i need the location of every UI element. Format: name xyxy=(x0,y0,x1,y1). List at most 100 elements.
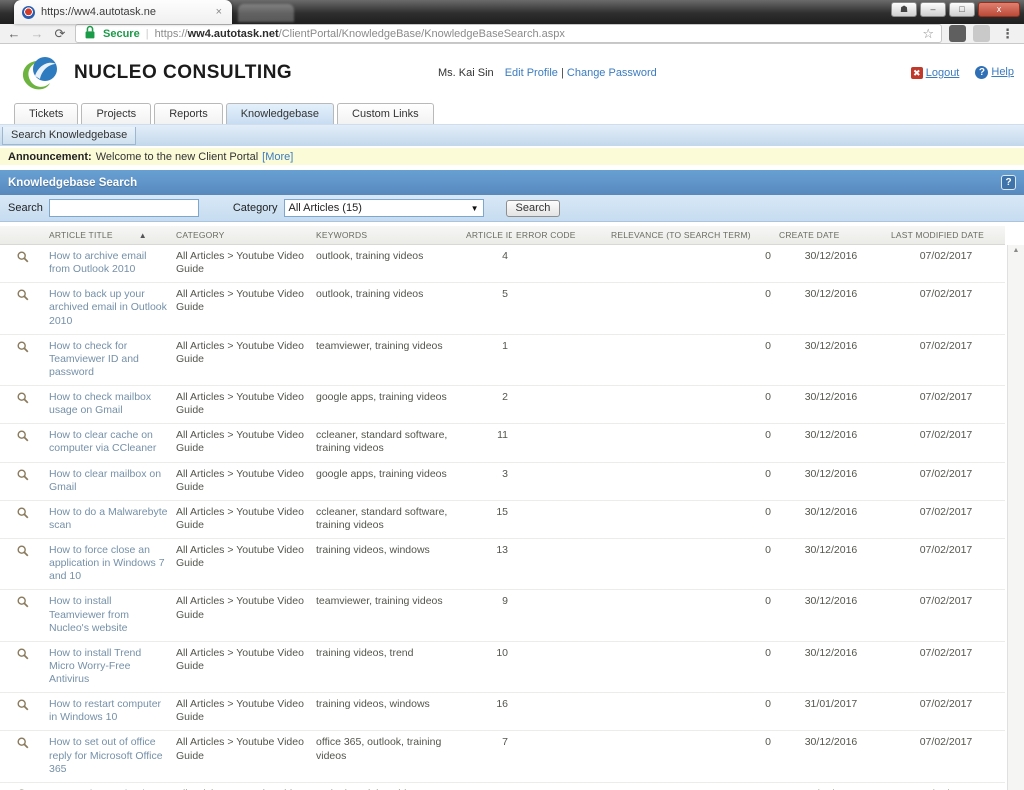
bookmark-star-icon[interactable]: ☆ xyxy=(922,26,934,42)
article-error-code xyxy=(512,500,607,538)
change-password-link[interactable]: Change Password xyxy=(567,67,657,79)
column-header-create-date[interactable]: CREATE DATE xyxy=(775,226,887,245)
tab-custom-links[interactable]: Custom Links xyxy=(337,103,434,124)
article-title-link[interactable]: How to set out of office reply for Micro… xyxy=(49,736,163,774)
forward-icon[interactable]: → xyxy=(29,26,45,41)
vertical-scrollbar[interactable]: ▲ ▼ xyxy=(1007,245,1024,790)
search-input[interactable] xyxy=(49,199,199,217)
view-article-icon[interactable] xyxy=(16,434,30,446)
search-button[interactable]: Search xyxy=(506,200,561,217)
back-icon[interactable]: ← xyxy=(6,26,22,41)
browser-tab[interactable]: https://ww4.autotask.ne × xyxy=(14,0,232,24)
article-id: 9 xyxy=(462,590,512,641)
page-url: https://ww4.autotask.net/ClientPortal/Kn… xyxy=(155,28,565,40)
article-relevance: 0 xyxy=(607,590,775,641)
table-row: How to clear mailbox on GmailAll Article… xyxy=(0,462,1005,500)
column-header-last-modified[interactable]: LAST MODIFIED DATE xyxy=(887,226,1005,245)
view-article-icon[interactable] xyxy=(16,255,30,267)
view-article-icon[interactable] xyxy=(16,511,30,523)
kb-search-bar: Search Category All Articles (15) ▼ Sear… xyxy=(0,195,1024,222)
edit-profile-link[interactable]: Edit Profile xyxy=(505,67,558,79)
view-article-icon[interactable] xyxy=(16,345,30,357)
kb-table-body: How to archive email from Outlook 2010 Al… xyxy=(0,245,1005,790)
article-last-modified: 07/02/2017 xyxy=(887,731,1005,782)
main-tabstrip: TicketsProjectsReportsKnowledgebaseCusto… xyxy=(0,101,1024,124)
maximize-button[interactable]: □ xyxy=(949,2,975,17)
profile-button[interactable]: ☗ xyxy=(891,2,917,17)
article-create-date: 30/12/2016 xyxy=(775,731,887,782)
browser-window: https://ww4.autotask.ne × ☗ – □ x ← → ⟳ … xyxy=(0,0,1024,790)
tab-tickets[interactable]: Tickets xyxy=(14,103,78,124)
new-tab-button[interactable] xyxy=(238,4,294,22)
article-error-code xyxy=(512,590,607,641)
close-window-button[interactable]: x xyxy=(978,2,1020,17)
table-row: How to clear cache on computer via CClea… xyxy=(0,424,1005,462)
article-title-link[interactable]: How to check for Teamviewer ID and passw… xyxy=(49,340,139,378)
tab-projects[interactable]: Projects xyxy=(81,103,151,124)
article-title-link[interactable]: How to clear mailbox on Gmail xyxy=(49,468,161,493)
announcement-bar: Announcement: Welcome to the new Client … xyxy=(0,146,1024,165)
article-title-link[interactable]: How to install Trend Micro Worry-Free An… xyxy=(49,647,141,685)
announcement-more-link[interactable]: [More] xyxy=(262,151,293,163)
column-header-keywords[interactable]: KEYWORDS xyxy=(312,226,462,245)
article-id: 5 xyxy=(462,283,512,334)
address-bar[interactable]: Secure | https://ww4.autotask.net/Client… xyxy=(75,24,942,43)
secure-lock-icon xyxy=(83,25,97,42)
view-article-icon[interactable] xyxy=(16,652,30,664)
category-select[interactable]: All Articles (15) ▼ xyxy=(284,199,484,217)
article-title-link[interactable]: How to clear cache on computer via CClea… xyxy=(49,429,156,454)
article-create-date: 30/12/2016 xyxy=(775,283,887,334)
article-relevance: 0 xyxy=(607,386,775,424)
column-header-article-title[interactable]: ARTICLE TITLE▲ xyxy=(45,226,172,245)
view-article-icon[interactable] xyxy=(16,703,30,715)
article-title-link[interactable]: How to do a Malwarebyte scan xyxy=(49,506,167,531)
column-header-relevance[interactable]: RELEVANCE (TO SEARCH TERM) xyxy=(607,226,775,245)
article-title-link[interactable]: How to archive email from Outlook 2010 xyxy=(49,250,146,275)
article-last-modified: 07/02/2017 xyxy=(887,539,1005,590)
article-category: All Articles > Youtube Video Guide xyxy=(172,334,312,385)
article-error-code xyxy=(512,539,607,590)
article-last-modified: 07/02/2017 xyxy=(887,334,1005,385)
view-article-icon[interactable] xyxy=(16,549,30,561)
scroll-up-icon[interactable]: ▲ xyxy=(1013,247,1020,254)
article-keywords: ccleaner, standard software, training vi… xyxy=(312,500,462,538)
kb-help-icon[interactable]: ? xyxy=(1001,175,1016,190)
article-error-code xyxy=(512,386,607,424)
article-title-link[interactable]: How to restart computer in Windows 10 xyxy=(49,698,161,723)
table-header-row: ARTICLE TITLE▲ CATEGORY KEYWORDS ARTICLE… xyxy=(0,226,1005,245)
article-title-link[interactable]: How to check mailbox usage on Gmail xyxy=(49,391,151,416)
article-id: 6 xyxy=(462,782,512,790)
extension-icon[interactable] xyxy=(973,25,990,42)
column-header-category[interactable]: CATEGORY xyxy=(172,226,312,245)
extension-icon[interactable] xyxy=(949,25,966,42)
column-header-error-code[interactable]: ERROR CODE xyxy=(512,226,607,245)
search-knowledgebase-button[interactable]: Search Knowledgebase xyxy=(2,127,136,145)
article-title-link[interactable]: How to back up your archived email in Ou… xyxy=(49,288,167,326)
chrome-menu-icon[interactable]: ⋮ xyxy=(997,26,1018,42)
logout-link[interactable]: Logout xyxy=(926,67,960,79)
announcement-label: Announcement: xyxy=(8,151,92,163)
window-controls: ☗ – □ x xyxy=(891,2,1020,17)
article-last-modified: 07/02/2017 xyxy=(887,782,1005,790)
help-link[interactable]: Help xyxy=(991,66,1014,78)
portal-page: NUCLEO CONSULTING Ms. Kai Sin Edit Profi… xyxy=(0,44,1024,790)
view-article-icon[interactable] xyxy=(16,396,30,408)
view-article-icon[interactable] xyxy=(16,741,30,753)
view-article-icon[interactable] xyxy=(16,473,30,485)
article-title-link[interactable]: How to force close an application in Win… xyxy=(49,544,165,582)
kb-panel-header: Knowledgebase Search ? xyxy=(0,170,1024,195)
tab-reports[interactable]: Reports xyxy=(154,103,223,124)
article-title-link[interactable]: How to install Teamviewer from Nucleo's … xyxy=(49,595,129,633)
reload-icon[interactable]: ⟳ xyxy=(52,26,68,42)
article-keywords: training videos, windows xyxy=(312,693,462,731)
column-header-article-id[interactable]: ARTICLE ID xyxy=(462,226,512,245)
article-category: All Articles > Youtube Video Guide xyxy=(172,386,312,424)
article-relevance: 0 xyxy=(607,500,775,538)
view-article-icon[interactable] xyxy=(16,293,30,305)
close-tab-icon[interactable]: × xyxy=(214,6,224,18)
article-error-code xyxy=(512,462,607,500)
tab-knowledgebase[interactable]: Knowledgebase xyxy=(226,103,334,124)
view-article-icon[interactable] xyxy=(16,600,30,612)
minimize-button[interactable]: – xyxy=(920,2,946,17)
help-icon: ? xyxy=(975,66,988,79)
